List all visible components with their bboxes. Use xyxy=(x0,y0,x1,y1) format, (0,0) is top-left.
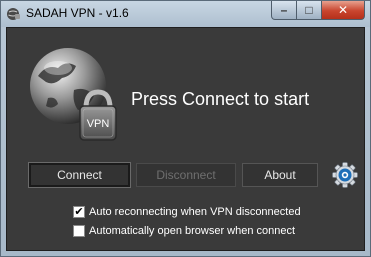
gear-icon[interactable] xyxy=(332,162,358,188)
auto-reconnect-checkbox[interactable]: ✔ xyxy=(73,206,85,218)
maximize-button[interactable]: □ xyxy=(297,1,322,20)
window-title: SADAH VPN - v1.6 xyxy=(26,6,129,20)
disconnect-button[interactable]: Disconnect xyxy=(136,163,236,187)
window-controls: – □ ✕ xyxy=(271,1,365,20)
open-browser-checkbox[interactable] xyxy=(73,225,85,237)
maximize-icon: □ xyxy=(305,3,313,17)
checkmark-icon: ✔ xyxy=(74,205,84,218)
minimize-button[interactable]: – xyxy=(271,1,297,20)
open-browser-option[interactable]: Automatically open browser when connect xyxy=(73,224,295,238)
main-panel: VPN Press Connect to start Connect Disco… xyxy=(6,27,365,251)
app-window: SADAH VPN - v1.6 – □ ✕ VPN Press Connect… xyxy=(0,0,371,257)
logo-vpn-text: VPN xyxy=(87,118,110,130)
vpn-app-icon xyxy=(7,8,20,20)
minimize-icon: – xyxy=(280,3,288,17)
close-icon: ✕ xyxy=(337,3,349,17)
open-browser-label[interactable]: Automatically open browser when connect xyxy=(89,225,295,237)
about-button[interactable]: About xyxy=(242,163,318,187)
connect-button[interactable]: Connect xyxy=(28,162,131,188)
status-heading: Press Connect to start xyxy=(131,89,310,109)
globe-padlock-icon: VPN xyxy=(30,48,117,141)
auto-reconnect-label[interactable]: Auto reconnecting when VPN disconnected xyxy=(89,206,301,218)
auto-reconnect-option[interactable]: ✔ Auto reconnecting when VPN disconnecte… xyxy=(73,205,301,219)
close-button[interactable]: ✕ xyxy=(322,1,365,20)
title-bar[interactable]: SADAH VPN - v1.6 – □ ✕ xyxy=(1,1,370,27)
